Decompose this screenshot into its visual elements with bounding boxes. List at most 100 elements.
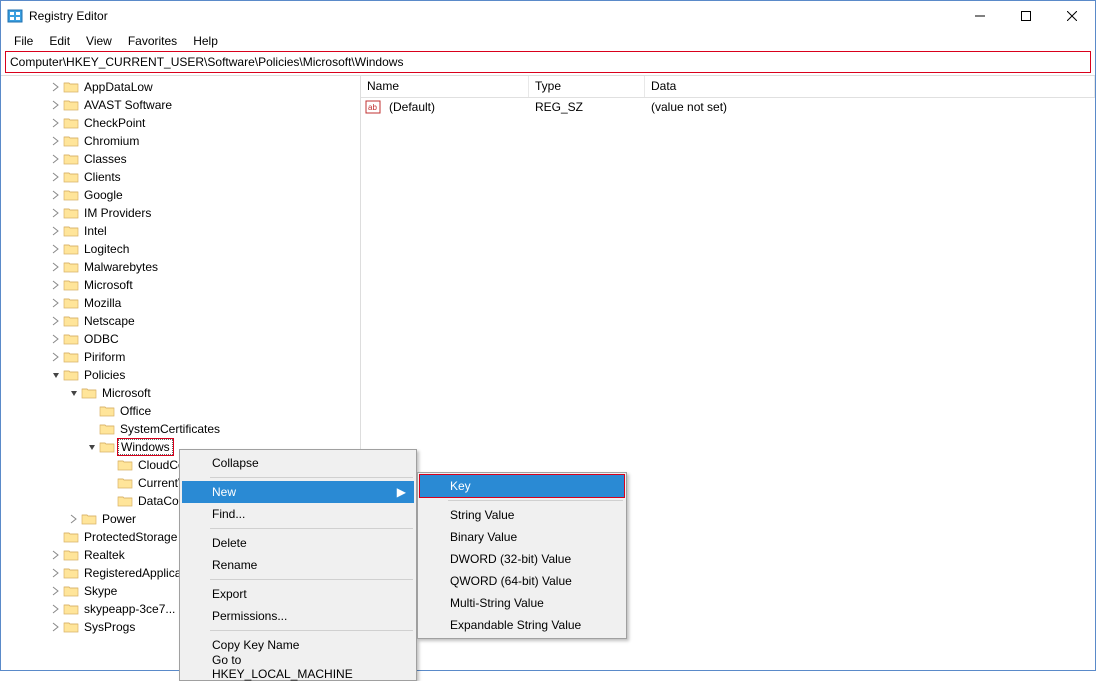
chevron-right-icon[interactable] <box>49 314 63 328</box>
chevron-right-icon[interactable] <box>49 602 63 616</box>
folder-icon <box>63 170 79 184</box>
menu-item-label: Key <box>450 479 471 493</box>
chevron-right-icon[interactable] <box>49 332 63 346</box>
maximize-button[interactable] <box>1003 1 1049 31</box>
chevron-right-icon[interactable] <box>49 584 63 598</box>
tree-label: Microsoft <box>82 278 135 292</box>
chevron-right-icon[interactable] <box>49 80 63 94</box>
tree-node-appdatalow[interactable]: AppDataLow <box>1 78 360 96</box>
menu-item-label: Collapse <box>212 456 259 470</box>
tree-node-im-providers[interactable]: IM Providers <box>1 204 360 222</box>
menubar: FileEditViewFavoritesHelp <box>1 31 1095 51</box>
folder-icon <box>63 206 79 220</box>
tree-node-malwarebytes[interactable]: Malwarebytes <box>1 258 360 276</box>
menu-item-label: String Value <box>450 508 514 522</box>
chevron-right-icon[interactable] <box>49 116 63 130</box>
menu-item-dword-32-bit-value[interactable]: DWORD (32-bit) Value <box>420 548 624 570</box>
chevron-right-icon[interactable] <box>49 620 63 634</box>
col-name[interactable]: Name <box>361 76 529 97</box>
menu-view[interactable]: View <box>79 32 119 50</box>
list-body: ab(Default)REG_SZ(value not set) <box>361 98 1095 116</box>
folder-icon <box>99 440 115 454</box>
chevron-right-icon[interactable] <box>49 296 63 310</box>
tree-node-microsoft[interactable]: Microsoft <box>1 384 360 402</box>
folder-icon <box>63 224 79 238</box>
menu-item-expandable-string-value[interactable]: Expandable String Value <box>420 614 624 636</box>
chevron-right-icon[interactable] <box>49 152 63 166</box>
menu-item-string-value[interactable]: String Value <box>420 504 624 526</box>
menu-item-collapse[interactable]: Collapse <box>182 452 414 474</box>
tree-label: Office <box>118 404 153 418</box>
menu-favorites[interactable]: Favorites <box>121 32 184 50</box>
tree-node-intel[interactable]: Intel <box>1 222 360 240</box>
tree-label: Piriform <box>82 350 127 364</box>
tree-node-mozilla[interactable]: Mozilla <box>1 294 360 312</box>
chevron-right-icon[interactable] <box>49 98 63 112</box>
menu-item-qword-64-bit-value[interactable]: QWORD (64-bit) Value <box>420 570 624 592</box>
tree-node-policies[interactable]: Policies <box>1 366 360 384</box>
menu-item-export[interactable]: Export <box>182 583 414 605</box>
menu-item-rename[interactable]: Rename <box>182 554 414 576</box>
chevron-right-icon[interactable] <box>49 242 63 256</box>
context-menu: Collapse New▶Find... DeleteRename ExportPer… <box>179 449 417 681</box>
list-header: Name Type Data <box>361 76 1095 98</box>
chevron-right-icon[interactable] <box>49 548 63 562</box>
tree-node-office[interactable]: Office <box>1 402 360 420</box>
tree-node-classes[interactable]: Classes <box>1 150 360 168</box>
menu-item-new[interactable]: New▶ <box>182 481 414 503</box>
chevron-right-icon <box>85 422 99 436</box>
tree-node-google[interactable]: Google <box>1 186 360 204</box>
chevron-right-icon[interactable] <box>49 566 63 580</box>
tree-node-clients[interactable]: Clients <box>1 168 360 186</box>
col-type[interactable]: Type <box>529 76 645 97</box>
chevron-right-icon[interactable] <box>49 260 63 274</box>
tree-node-microsoft[interactable]: Microsoft <box>1 276 360 294</box>
menu-file[interactable]: File <box>7 32 40 50</box>
list-row[interactable]: ab(Default)REG_SZ(value not set) <box>361 98 1095 116</box>
menu-item-find-[interactable]: Find... <box>182 503 414 525</box>
folder-icon <box>63 548 79 562</box>
tree-node-systemcertificates[interactable]: SystemCertificates <box>1 420 360 438</box>
chevron-right-icon[interactable] <box>49 170 63 184</box>
tree-label: ODBC <box>82 332 121 346</box>
chevron-down-icon[interactable] <box>85 440 99 454</box>
chevron-right-icon[interactable] <box>49 188 63 202</box>
tree-node-piriform[interactable]: Piriform <box>1 348 360 366</box>
close-button[interactable] <box>1049 1 1095 31</box>
chevron-right-icon[interactable] <box>49 134 63 148</box>
address-text: Computer\HKEY_CURRENT_USER\Software\Poli… <box>10 55 403 69</box>
chevron-down-icon[interactable] <box>67 386 81 400</box>
chevron-right-icon[interactable] <box>49 206 63 220</box>
tree-node-logitech[interactable]: Logitech <box>1 240 360 258</box>
folder-icon <box>63 260 79 274</box>
tree-label: Mozilla <box>82 296 123 310</box>
tree-label: Chromium <box>82 134 141 148</box>
menu-item-binary-value[interactable]: Binary Value <box>420 526 624 548</box>
tree-node-checkpoint[interactable]: CheckPoint <box>1 114 360 132</box>
chevron-down-icon[interactable] <box>49 368 63 382</box>
tree-node-odbc[interactable]: ODBC <box>1 330 360 348</box>
menu-item-permissions-[interactable]: Permissions... <box>182 605 414 627</box>
tree-node-netscape[interactable]: Netscape <box>1 312 360 330</box>
menu-item-multi-string-value[interactable]: Multi-String Value <box>420 592 624 614</box>
menu-item-key[interactable]: Key <box>420 475 624 497</box>
chevron-right-icon[interactable] <box>49 224 63 238</box>
address-bar[interactable]: Computer\HKEY_CURRENT_USER\Software\Poli… <box>5 51 1091 73</box>
chevron-right-icon <box>103 458 117 472</box>
menu-item-delete[interactable]: Delete <box>182 532 414 554</box>
folder-icon <box>63 296 79 310</box>
menu-item-go-to-hkey-local-machine[interactable]: Go to HKEY_LOCAL_MACHINE <box>182 656 414 678</box>
tree-label: Intel <box>82 224 109 238</box>
chevron-right-icon[interactable] <box>49 278 63 292</box>
menu-edit[interactable]: Edit <box>42 32 77 50</box>
chevron-right-icon[interactable] <box>49 350 63 364</box>
menu-separator <box>210 630 413 631</box>
menu-help[interactable]: Help <box>186 32 225 50</box>
minimize-button[interactable] <box>957 1 1003 31</box>
chevron-right-icon[interactable] <box>67 512 81 526</box>
chevron-right-icon <box>49 530 63 544</box>
col-data[interactable]: Data <box>645 76 1095 97</box>
menu-item-label: DWORD (32-bit) Value <box>450 552 571 566</box>
tree-node-avast-software[interactable]: AVAST Software <box>1 96 360 114</box>
tree-node-chromium[interactable]: Chromium <box>1 132 360 150</box>
